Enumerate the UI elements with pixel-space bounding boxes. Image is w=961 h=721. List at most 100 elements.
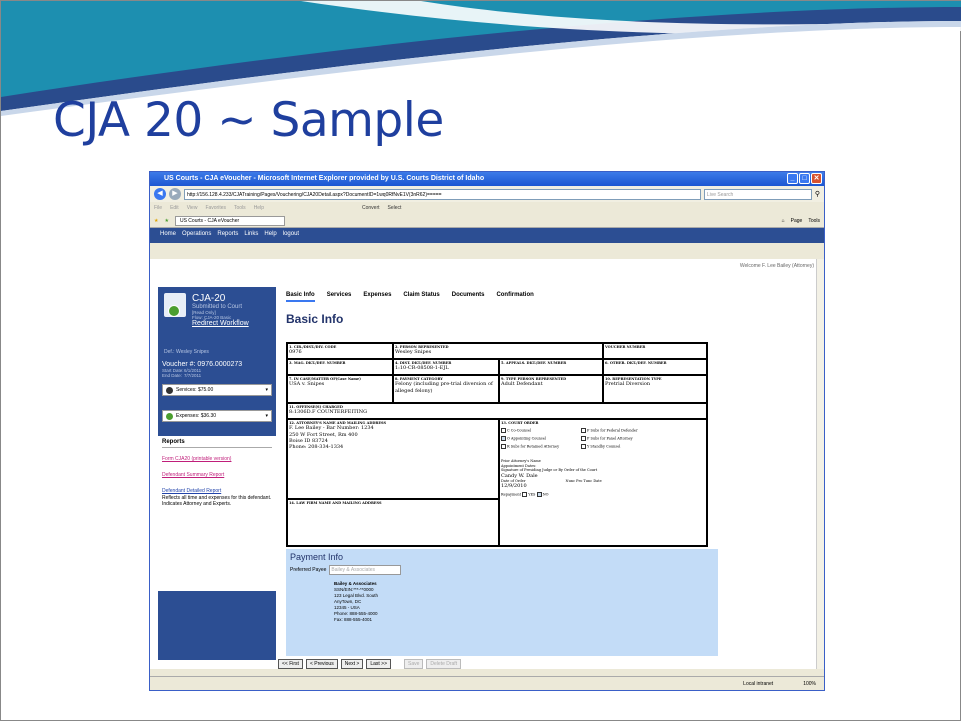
menu-edit[interactable]: Edit xyxy=(170,205,179,211)
form-text: 5. APPEALS. DKT./DEF. NUMBER xyxy=(501,361,567,365)
form-text: 1. CIR./DIST./DIV. CODE xyxy=(289,345,337,349)
form-cell-4: 3. MAG. DKT./DEF. NUMBER xyxy=(287,359,393,375)
url-input[interactable]: http://156.128.4.233/CJATraining/Pages/V… xyxy=(184,188,701,200)
report-link-summary[interactable]: Defendant Summary Report xyxy=(162,472,272,478)
convert-button[interactable]: Convert xyxy=(362,205,380,211)
form-text: Nunc Pro Tunc Date xyxy=(565,478,602,483)
form-text: 14. LAW FIRM NAME AND MAILING ADDRESS xyxy=(289,501,382,505)
vertical-scrollbar[interactable] xyxy=(816,259,824,669)
tools-tools[interactable]: Tools xyxy=(808,218,820,224)
voucher-dates: Start Date: 6/1/2011 End Date: 7/7/2011 xyxy=(158,368,276,378)
checkbox-subs-panel[interactable] xyxy=(581,436,586,442)
search-input[interactable]: Live Search xyxy=(703,188,812,200)
checkbox-appointing[interactable] xyxy=(501,436,506,442)
tab-documents[interactable]: Documents xyxy=(452,292,485,302)
menu-tools[interactable]: Tools xyxy=(234,205,246,211)
window-titlebar: US Courts - CJA eVoucher - Microsoft Int… xyxy=(150,172,824,186)
form-text: F Subs for Federal Defender xyxy=(587,428,638,433)
menu-view[interactable]: View xyxy=(187,205,198,211)
welcome-text: Welcome F. Lee Bailey (Attorney) xyxy=(739,263,814,269)
services-dropdown[interactable]: Services: $75.00 ▾ xyxy=(162,384,272,396)
back-icon[interactable]: ◀ xyxy=(154,188,166,200)
zoom-level[interactable]: 100% xyxy=(803,681,816,687)
nav-operations[interactable]: Operations xyxy=(182,231,211,240)
expenses-dropdown[interactable]: Expenses: $36.30 ▾ xyxy=(162,410,272,422)
form-cell-2: 2. PERSON REPRESENTED Wesley Snipes xyxy=(393,343,603,359)
last-button[interactable]: Last >> xyxy=(366,659,391,669)
form-text: Wesley Snipes xyxy=(395,349,432,356)
chevron-down-icon: ▾ xyxy=(265,413,268,419)
redirect-workflow-link[interactable]: Redirect Workflow xyxy=(192,320,270,327)
report-link-cja20[interactable]: Form CJA20 (printable version) xyxy=(162,456,272,462)
tools-page[interactable]: Page xyxy=(791,218,803,224)
checkbox-subs-retained[interactable] xyxy=(501,444,506,450)
home-icon[interactable]: ⌂ xyxy=(782,218,785,224)
search-icon[interactable]: ⚲ xyxy=(815,190,820,198)
nav-help[interactable]: Help xyxy=(264,231,276,240)
form-cell-13: 12. ATTORNEY'S NAME AND MAILING ADDRESS … xyxy=(287,419,499,499)
tab-claim-status[interactable]: Claim Status xyxy=(403,292,439,302)
save-button[interactable]: Save xyxy=(404,659,424,669)
report-note: Reflects all time and expenses for this … xyxy=(162,495,272,507)
zone-label: Local intranet xyxy=(743,680,774,687)
next-button[interactable]: Next > xyxy=(340,659,364,669)
menu-bar: File Edit View Favorites Tools Help Conv… xyxy=(150,202,824,214)
favorites-star-icon[interactable]: ★ xyxy=(154,218,158,224)
defendant-label: Def.: Wesley Snipes xyxy=(164,349,209,355)
form-text: Pretrial Diversion xyxy=(605,381,651,388)
expenses-label: Expenses: $36.30 xyxy=(176,413,217,419)
forward-icon[interactable]: ▶ xyxy=(169,188,181,200)
report-link-detailed[interactable]: Defendant Detailed Report xyxy=(162,488,272,494)
tab-basic-info[interactable]: Basic Info xyxy=(286,292,315,302)
previous-button[interactable]: < Previous xyxy=(305,659,338,669)
payee-select[interactable]: Bailey & Associates xyxy=(329,565,402,575)
form-text: NO xyxy=(542,492,549,497)
form-cell-12: 11. OFFENSE(S) CHARGED 8:1306D.F COUNTERF… xyxy=(287,403,707,419)
checkbox-repay-no[interactable] xyxy=(536,492,542,498)
status-bar: Local intranet 100% xyxy=(150,676,824,690)
checkbox-standby[interactable] xyxy=(581,444,586,450)
checkbox-co-counsel[interactable] xyxy=(501,428,506,434)
form-text: USA v. Snipes xyxy=(289,381,325,388)
services-label: Services: $75.00 xyxy=(176,387,214,393)
delete-draft-button[interactable]: Delete Draft xyxy=(426,659,462,669)
nav-links[interactable]: Links xyxy=(244,231,258,240)
form-cell-10: 9. TYPE PERSON REPRESENTED Adult Defendan… xyxy=(499,375,603,403)
select-button[interactable]: Select xyxy=(388,205,402,211)
payee-address: Bailey & Associates SSN/EIN:***-**0000 12… xyxy=(334,581,378,623)
checkbox-subs-federal[interactable] xyxy=(581,428,586,434)
form-text: R Subs for Retained Attorney xyxy=(507,444,560,449)
form-text: 0976 xyxy=(289,349,302,356)
form-cell-11: 10. REPRESENTATION TYPE Pretrial Diversio… xyxy=(603,375,707,403)
payment-info-panel: Payment Info Preferred Payee Bailey & As… xyxy=(286,549,718,656)
tab-confirmation[interactable]: Confirmation xyxy=(496,292,533,302)
form-text: 8:1306D.F COUNTERFEITING xyxy=(289,409,368,416)
menu-file[interactable]: File xyxy=(154,205,162,211)
tab-expenses[interactable]: Expenses xyxy=(363,292,391,302)
menu-help[interactable]: Help xyxy=(254,205,264,211)
form-cell-7: 6. OTHER. DKT./DEF. NUMBER xyxy=(603,359,707,375)
form-cell-9: 8. PAYMENT CATEGORY Felony (including pre… xyxy=(393,375,499,403)
close-icon[interactable]: ✕ xyxy=(811,173,822,184)
browser-window: US Courts - CJA eVoucher - Microsoft Int… xyxy=(149,171,825,691)
form-text: Phone: 208-334-1334 xyxy=(289,444,344,451)
form-text: P Subs for Panel Attorney xyxy=(587,436,633,441)
browser-tab[interactable]: US Courts - CJA eVoucher xyxy=(174,215,285,226)
add-favorite-icon[interactable]: ★ xyxy=(164,218,168,224)
nav-logout[interactable]: logout xyxy=(283,231,299,240)
page-title: Basic Info xyxy=(286,312,344,326)
app-nav: Home Operations Reports Links Help logou… xyxy=(150,228,824,243)
services-icon xyxy=(166,386,173,394)
maximize-icon[interactable]: □ xyxy=(799,173,810,184)
form-text: C Co-Counsel xyxy=(507,428,532,433)
nav-reports[interactable]: Reports xyxy=(217,231,238,240)
nav-home[interactable]: Home xyxy=(160,231,176,240)
payee-label: Preferred Payee xyxy=(290,567,327,573)
first-button[interactable]: << First xyxy=(278,659,303,669)
form-text: Adult Defendant xyxy=(501,381,543,388)
minimize-icon[interactable]: _ xyxy=(787,173,798,184)
menu-favorites[interactable]: Favorites xyxy=(205,205,226,211)
tab-services[interactable]: Services xyxy=(327,292,352,302)
form-cell-6: 5. APPEALS. DKT./DEF. NUMBER xyxy=(499,359,603,375)
checkbox-repay-yes[interactable] xyxy=(522,492,528,498)
